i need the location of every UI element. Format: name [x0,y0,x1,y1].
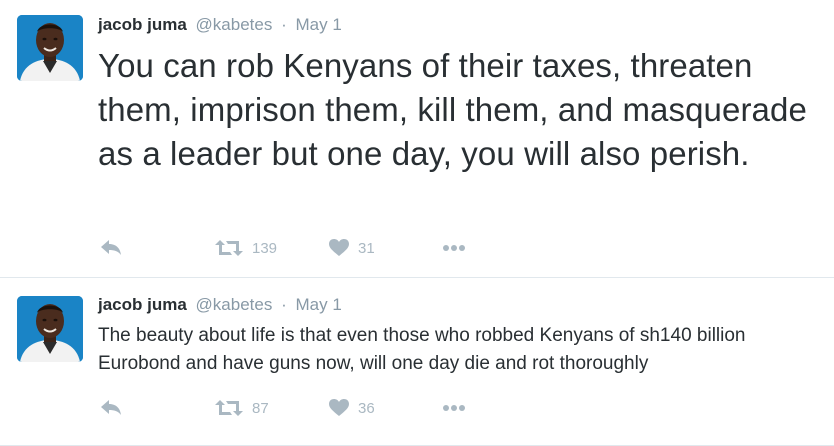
separator: · [281,15,287,34]
retweet-count: 139 [252,239,278,257]
retweet-icon [215,240,243,256]
retweet-button[interactable]: 87 [215,398,269,418]
more-button[interactable] [442,238,466,258]
tweet-text: The beauty about life is that even those… [98,325,746,374]
like-count: 36 [358,399,375,417]
more-icon [443,405,465,411]
more-button[interactable] [442,398,466,418]
author-handle[interactable]: @kabetes [196,295,273,314]
retweet-button[interactable]: 139 [215,238,277,258]
separator: · [281,295,287,314]
reply-icon [101,240,121,255]
tweet-date[interactable]: May 1 [296,15,342,34]
tweet-date[interactable]: May 1 [296,295,342,314]
avatar[interactable] [17,296,83,362]
reply-icon [101,400,121,415]
like-count: 31 [358,239,375,257]
avatar[interactable] [17,15,83,81]
heart-icon [329,399,349,416]
more-icon [443,245,465,251]
like-button[interactable]: 36 [329,398,375,418]
retweet-icon [215,400,243,416]
tweet[interactable]: jacob juma @kabetes · May 1 You can rob … [0,0,834,278]
author-handle[interactable]: @kabetes [196,15,273,34]
tweet-header: jacob juma @kabetes · May 1 [98,295,342,315]
retweet-count: 87 [252,399,269,417]
reply-button[interactable] [100,238,122,258]
author-name[interactable]: jacob juma [98,15,187,34]
tweet-header: jacob juma @kabetes · May 1 [98,15,342,35]
tweet-text: You can rob Kenyans of their taxes, thre… [98,47,807,172]
heart-icon [329,239,349,256]
tweet[interactable]: jacob juma @kabetes · May 1 The beauty a… [0,278,834,446]
reply-button[interactable] [100,398,122,418]
author-name[interactable]: jacob juma [98,295,187,314]
like-button[interactable]: 31 [329,238,375,258]
